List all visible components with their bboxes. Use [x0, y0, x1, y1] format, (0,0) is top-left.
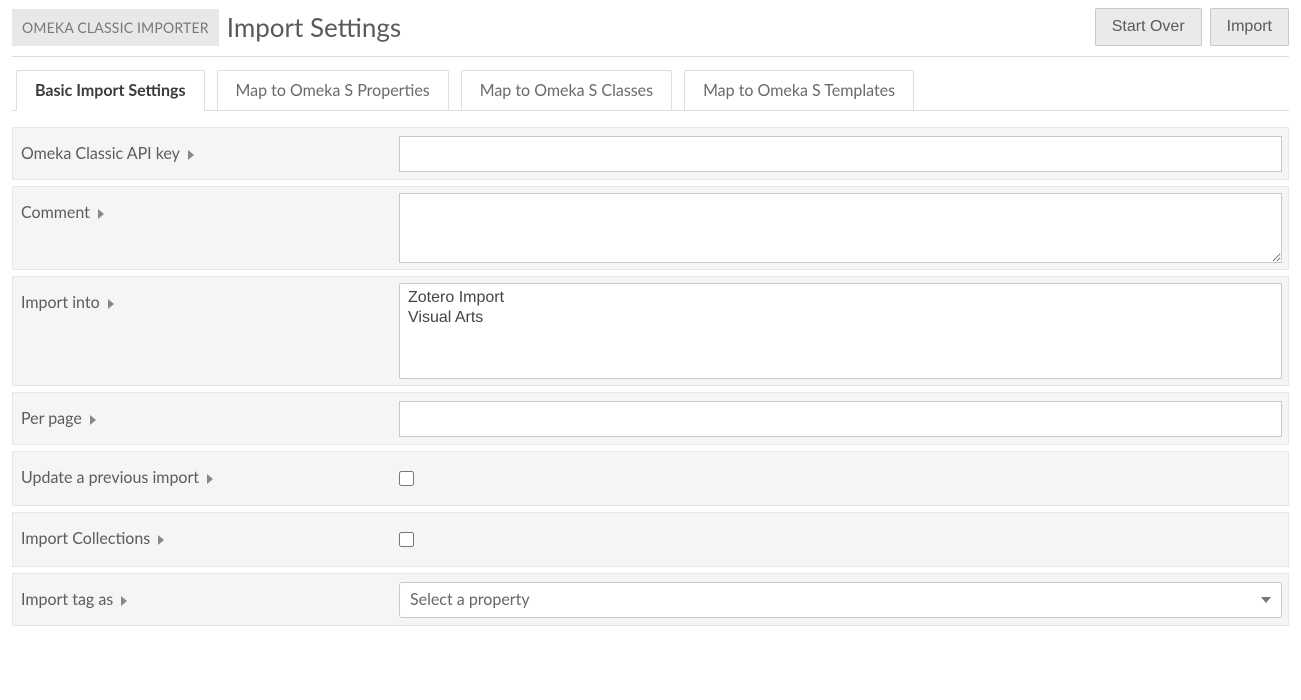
field-per-page: Per page — [12, 392, 1289, 445]
api-key-input[interactable] — [399, 136, 1282, 172]
expand-help-icon[interactable] — [188, 150, 194, 160]
label-update-previous: Update a previous import — [13, 452, 393, 505]
field-update-previous: Update a previous import — [12, 451, 1289, 506]
tabs: Basic Import Settings Map to Omeka S Pro… — [12, 69, 1289, 111]
label-text: Comment — [21, 203, 90, 222]
expand-help-icon[interactable] — [90, 415, 96, 425]
header-actions: Start Over Import — [1095, 8, 1289, 46]
import-collections-checkbox[interactable] — [399, 532, 414, 547]
label-text: Import into — [21, 293, 100, 312]
import-tag-as-select[interactable]: Select a property — [399, 582, 1282, 618]
select-placeholder: Select a property — [410, 590, 530, 609]
chevron-down-icon — [1261, 597, 1271, 603]
start-over-button[interactable]: Start Over — [1095, 8, 1202, 46]
label-per-page: Per page — [13, 393, 393, 444]
import-into-select[interactable]: Zotero Import Visual Arts — [399, 283, 1282, 379]
label-text: Import tag as — [21, 590, 113, 609]
field-import-into: Import into Zotero Import Visual Arts — [12, 276, 1289, 386]
field-api-key: Omeka Classic API key — [12, 127, 1289, 180]
expand-help-icon[interactable] — [121, 596, 127, 606]
expand-help-icon[interactable] — [108, 299, 114, 309]
expand-help-icon[interactable] — [207, 474, 213, 484]
label-api-key: Omeka Classic API key — [13, 128, 393, 179]
expand-help-icon[interactable] — [158, 535, 164, 545]
field-import-tag-as: Import tag as Select a property — [12, 573, 1289, 626]
page-header: OMEKA CLASSIC IMPORTER Import Settings S… — [12, 0, 1289, 57]
update-previous-checkbox[interactable] — [399, 471, 414, 486]
field-import-collections: Import Collections — [12, 512, 1289, 567]
label-text: Omeka Classic API key — [21, 144, 180, 163]
label-text: Update a previous import — [21, 468, 199, 487]
page-title: Import Settings — [227, 11, 1095, 43]
per-page-input[interactable] — [399, 401, 1282, 437]
import-button[interactable]: Import — [1210, 8, 1289, 46]
label-text: Per page — [21, 409, 82, 428]
tab-map-templates[interactable]: Map to Omeka S Templates — [684, 70, 914, 111]
module-badge: OMEKA CLASSIC IMPORTER — [12, 9, 219, 46]
tab-map-properties[interactable]: Map to Omeka S Properties — [217, 70, 449, 111]
label-import-tag-as: Import tag as — [13, 574, 393, 625]
expand-help-icon[interactable] — [98, 209, 104, 219]
label-import-into: Import into — [13, 277, 393, 385]
label-text: Import Collections — [21, 529, 150, 548]
import-into-option[interactable]: Visual Arts — [404, 308, 1277, 328]
comment-textarea[interactable] — [399, 193, 1282, 263]
label-import-collections: Import Collections — [13, 513, 393, 566]
field-comment: Comment — [12, 186, 1289, 270]
import-into-option[interactable]: Zotero Import — [404, 288, 1277, 308]
label-comment: Comment — [13, 187, 393, 269]
tab-map-classes[interactable]: Map to Omeka S Classes — [461, 70, 672, 111]
tab-basic-import-settings[interactable]: Basic Import Settings — [16, 70, 205, 111]
form-fields: Omeka Classic API key Comment Import int… — [12, 127, 1289, 626]
